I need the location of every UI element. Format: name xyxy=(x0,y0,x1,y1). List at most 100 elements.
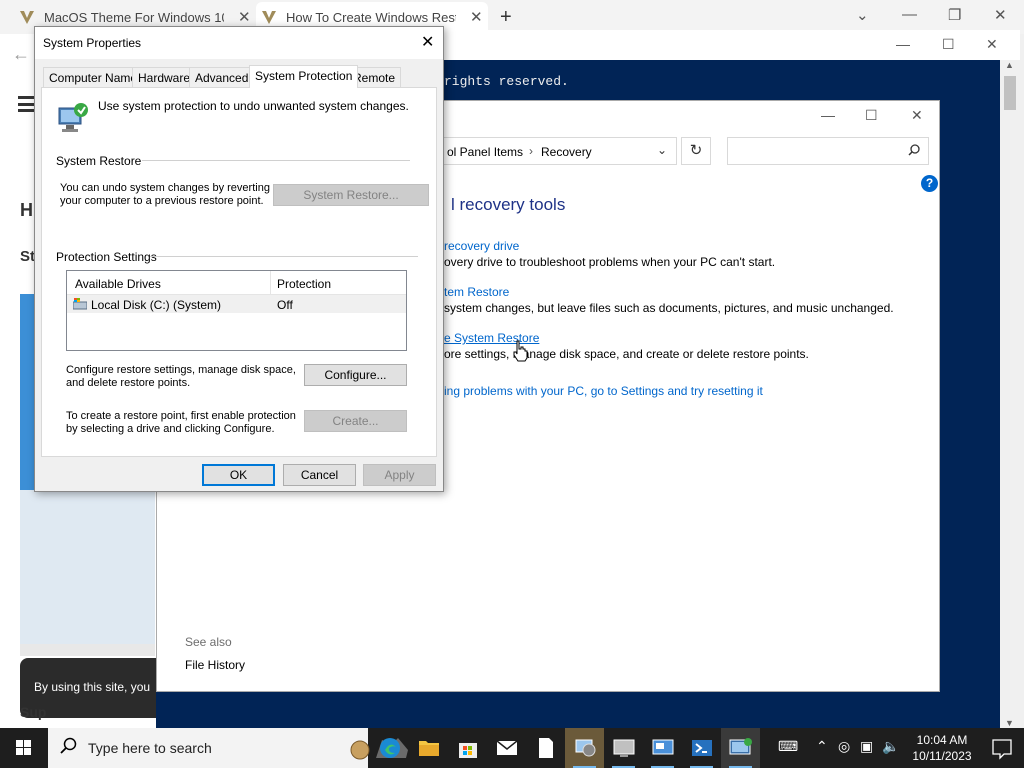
system-restore-button[interactable]: System Restore... xyxy=(273,184,429,206)
clock-date: 10/11/2023 xyxy=(912,749,972,763)
cancel-button[interactable]: Cancel xyxy=(283,464,356,486)
show-hidden-icons-chevron-icon[interactable]: ⌃ xyxy=(816,738,828,755)
browser-minimize-button[interactable]: — xyxy=(902,6,917,23)
search-icon xyxy=(908,144,920,159)
tab-list-chevron-icon[interactable]: ⌄ xyxy=(856,6,869,24)
touch-keyboard-icon[interactable]: ⌨ xyxy=(778,738,798,755)
page-title: l recovery tools xyxy=(451,195,566,214)
taskbar-notepad-icon[interactable] xyxy=(526,728,565,768)
browser-tab-title: MacOS Theme For Windows 10 xyxy=(44,9,224,25)
see-also-heading: See also xyxy=(185,635,232,649)
scrollbar-thumb[interactable] xyxy=(1004,76,1016,110)
taskbar-control-panel-icon[interactable] xyxy=(565,728,604,768)
search-placeholder: Type here to search xyxy=(88,740,212,756)
taskbar-powershell-icon[interactable] xyxy=(682,728,721,768)
system-restore-text: You can undo system changes by reverting… xyxy=(60,182,270,207)
refresh-icon[interactable]: ↻ xyxy=(681,137,711,165)
help-icon[interactable]: ? xyxy=(921,175,938,192)
new-tab-button[interactable]: + xyxy=(500,6,512,29)
address-dropdown-icon[interactable]: ⌄ xyxy=(657,143,667,157)
powershell-close-button[interactable]: ✕ xyxy=(986,36,998,53)
taskbar-file-explorer-icon[interactable] xyxy=(409,728,448,768)
tab-system-protection[interactable]: System Protection xyxy=(249,65,359,88)
taskbar-search-box[interactable]: Type here to search xyxy=(48,728,408,768)
dialog-titlebar: System Properties ✕ xyxy=(35,27,443,59)
site-favicon-icon xyxy=(18,8,36,26)
taskbar-mail-icon[interactable] xyxy=(487,728,526,768)
system-protection-panel: Use system protection to undo unwanted s… xyxy=(41,87,437,457)
control-panel-search-input[interactable] xyxy=(727,137,929,165)
drive-name: Local Disk (C:) (System) xyxy=(91,298,222,312)
console-output: rights reserved. xyxy=(444,74,569,89)
tab-close-icon[interactable]: ✕ xyxy=(238,8,251,26)
reset-pc-link[interactable]: ing problems with your PC, go to Setting… xyxy=(444,384,763,398)
dialog-close-button[interactable]: ✕ xyxy=(421,32,434,52)
system-restore-group-label: System Restore xyxy=(56,154,142,168)
tab-close-icon[interactable]: ✕ xyxy=(470,8,483,26)
drive-row[interactable]: Local Disk (C:) (System) Off xyxy=(67,295,406,313)
taskbar-store-icon[interactable] xyxy=(448,728,487,768)
taskbar: Type here to search ⌨ ⌃ ◎ ▣ 🔈 10:04 AM 1 xyxy=(0,728,1024,768)
ok-button[interactable]: OK xyxy=(202,464,275,486)
browser-close-button[interactable]: ✕ xyxy=(994,6,1007,24)
site-favicon-icon xyxy=(260,8,278,26)
create-description: To create a restore point, first enable … xyxy=(66,410,296,435)
system-protection-icon xyxy=(58,103,88,132)
volume-muted-icon[interactable]: 🔈 xyxy=(882,738,899,755)
browser-restore-button[interactable]: ❐ xyxy=(948,6,961,24)
configure-restore-description: ore settings, manage disk space, and cre… xyxy=(444,347,809,361)
system-restore-description: system changes, but leave files such as … xyxy=(444,301,894,315)
meet-now-icon[interactable]: ◎ xyxy=(838,738,850,755)
scroll-up-icon[interactable]: ▲ xyxy=(1005,60,1014,70)
taskbar-edge-icon[interactable] xyxy=(370,728,409,768)
scroll-down-icon[interactable]: ▼ xyxy=(1005,718,1014,728)
available-drives-list[interactable]: Available Drives Protection Local Disk (… xyxy=(66,270,407,351)
clock-time: 10:04 AM xyxy=(916,733,968,747)
cp-maximize-button[interactable]: ☐ xyxy=(865,107,878,124)
start-button[interactable] xyxy=(0,728,48,768)
cp-minimize-button[interactable]: — xyxy=(821,107,835,123)
apply-button[interactable]: Apply xyxy=(363,464,436,486)
tab-hardware[interactable]: Hardware xyxy=(132,67,197,87)
open-system-restore-link[interactable]: tem Restore xyxy=(444,285,509,299)
cp-close-button[interactable]: ✕ xyxy=(911,107,923,124)
drive-icon xyxy=(73,298,87,310)
recovery-drive-description: overy drive to troubleshoot problems whe… xyxy=(444,255,776,269)
network-icon[interactable]: ▣ xyxy=(860,738,873,755)
powershell-maximize-button[interactable]: ☐ xyxy=(942,36,955,53)
search-icon xyxy=(60,737,78,760)
dialog-title: System Properties xyxy=(43,36,142,50)
notification-center-icon[interactable] xyxy=(980,728,1024,768)
windows-logo-icon xyxy=(16,740,31,755)
protection-settings-group-label: Protection Settings xyxy=(56,250,157,264)
article-subheading: St xyxy=(20,248,35,265)
dialog-tabs: Computer Name Hardware Advanced System P… xyxy=(43,65,435,89)
powershell-minimize-button[interactable]: — xyxy=(896,36,910,52)
taskbar-system-properties-icon[interactable] xyxy=(721,728,760,768)
configure-button[interactable]: Configure... xyxy=(304,364,407,386)
back-arrow-icon[interactable]: ← xyxy=(12,44,30,65)
configure-description: Configure restore settings, manage disk … xyxy=(66,364,296,389)
create-button[interactable]: Create... xyxy=(304,410,407,432)
article-section-heading: Sup xyxy=(20,704,47,720)
column-header-available-drives[interactable]: Available Drives xyxy=(75,277,161,291)
browser-tab-title: How To Create Windows Restore xyxy=(286,9,456,25)
breadcrumb-separator: › xyxy=(529,144,533,158)
article-heading: H xyxy=(20,200,33,220)
breadcrumb-recovery[interactable]: Recovery xyxy=(541,145,592,159)
system-properties-dialog: System Properties ✕ Computer Name Hardwa… xyxy=(34,26,444,492)
drives-list-header: Available Drives Protection xyxy=(67,271,406,295)
taskbar-clock[interactable]: 10:04 AM 10/11/2023 xyxy=(904,732,980,764)
taskbar-system-window-icon[interactable] xyxy=(604,728,643,768)
breadcrumb-control-panel-items[interactable]: ol Panel Items xyxy=(447,145,523,159)
tab-advanced[interactable]: Advanced xyxy=(189,67,255,87)
system-protection-description: Use system protection to undo unwanted s… xyxy=(98,99,409,113)
hand-cursor-icon xyxy=(513,340,528,362)
create-recovery-drive-link[interactable]: recovery drive xyxy=(444,239,519,253)
file-history-link[interactable]: File History xyxy=(185,658,245,672)
console-scrollbar[interactable]: ▲ ▼ xyxy=(1000,60,1020,728)
taskbar-monitor-icon[interactable] xyxy=(643,728,682,768)
drive-protection-status: Off xyxy=(277,298,293,312)
column-header-protection[interactable]: Protection xyxy=(277,277,331,291)
tab-computer-name[interactable]: Computer Name xyxy=(43,67,144,87)
